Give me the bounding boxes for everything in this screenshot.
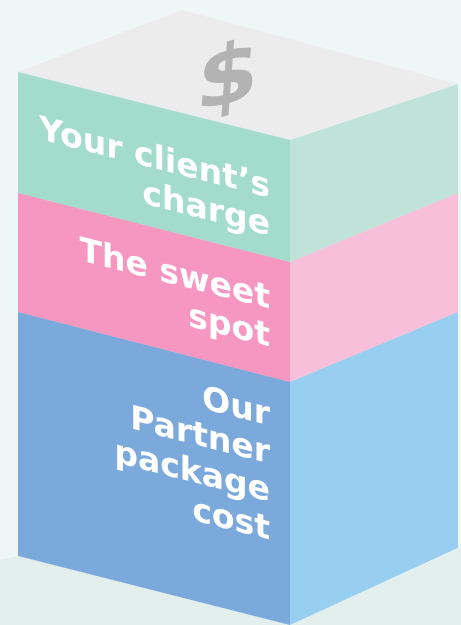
svg-text:$: $ (193, 19, 263, 131)
dollar-sign-icon: $ (193, 19, 263, 131)
stacked-cost-diagram: $ Your client’s charge The sweet spot Ou… (0, 10, 461, 625)
